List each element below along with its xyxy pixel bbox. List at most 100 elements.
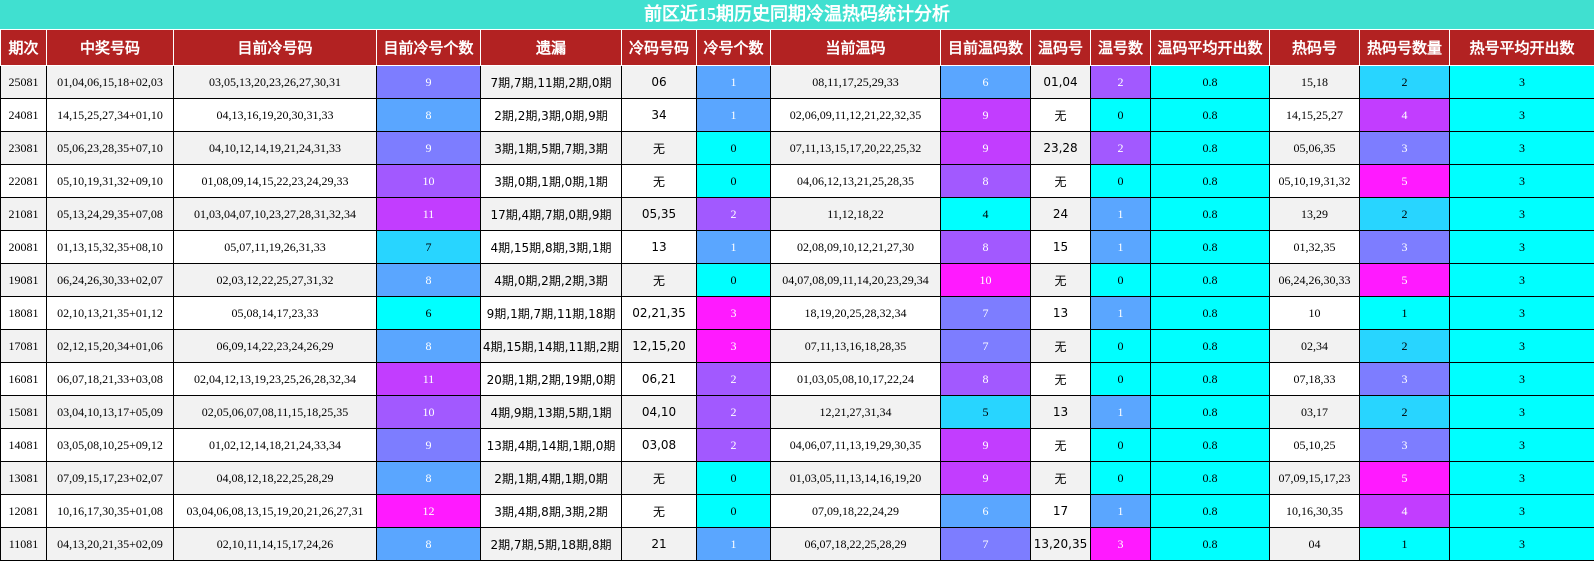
- table-row: 19081 06,24,26,30,33+02,07 02,03,12,22,25,…: [0, 263, 1594, 297]
- cell-warm-num: 0: [1090, 98, 1151, 132]
- cell-winning-numbers: 10,16,17,30,35+01,08: [46, 494, 174, 528]
- cell-cold-numbers: 04,08,12,18,22,25,28,29: [173, 461, 377, 495]
- cell-cold-numbers: 03,04,06,08,13,15,19,20,21,26,27,31: [173, 494, 377, 528]
- cell-issue: 23081: [0, 131, 47, 165]
- cell-warm-code: 13: [1030, 395, 1091, 429]
- cell-warm-count: 8: [940, 230, 1031, 264]
- cell-warm-count: 8: [940, 164, 1031, 198]
- cell-hot-code: 05,06,35: [1269, 131, 1360, 165]
- cell-issue: 19081: [0, 263, 47, 297]
- cell-warm-code: 无: [1030, 164, 1091, 198]
- cell-cold-code: 04,10: [621, 395, 697, 429]
- table-body: 25081 01,04,06,15,18+02,03 03,05,13,20,23,…: [0, 65, 1594, 561]
- cell-cold-count: 8: [376, 98, 481, 132]
- cell-hot-count: 3: [1359, 428, 1450, 462]
- cell-missing: 3期,1期,5期,7期,3期: [480, 131, 622, 165]
- cell-hot-avg: 3: [1449, 98, 1594, 132]
- cell-warm-count: 7: [940, 296, 1031, 330]
- cell-warm-code: 23,28: [1030, 131, 1091, 165]
- cell-cold-numbers: 01,02,12,14,18,21,24,33,34: [173, 428, 377, 462]
- cell-warm-avg: 0.8: [1150, 494, 1270, 528]
- cell-cold-count: 12: [376, 494, 481, 528]
- table-row: 23081 05,06,23,28,35+07,10 04,10,12,14,19,…: [0, 131, 1594, 165]
- cell-hot-code: 07,09,15,17,23: [1269, 461, 1360, 495]
- cell-warm-avg: 0.8: [1150, 98, 1270, 132]
- cell-warm-count: 6: [940, 65, 1031, 99]
- cell-cold-num: 1: [696, 98, 771, 132]
- cell-warm-code: 无: [1030, 263, 1091, 297]
- cell-warm-avg: 0.8: [1150, 362, 1270, 396]
- table-row: 22081 05,10,19,31,32+09,10 01,08,09,14,15,…: [0, 164, 1594, 198]
- header-row: 期次 中奖号码 目前冷号码 目前冷号个数 遗漏 冷码号码 冷号个数 当前温码 目…: [0, 29, 1594, 66]
- cell-warm-count: 9: [940, 428, 1031, 462]
- cell-hot-code: 04: [1269, 527, 1360, 561]
- cell-hot-avg: 3: [1449, 329, 1594, 363]
- cell-hot-count: 1: [1359, 296, 1450, 330]
- cell-issue: 21081: [0, 197, 47, 231]
- cell-warm-avg: 0.8: [1150, 164, 1270, 198]
- cell-hot-avg: 3: [1449, 131, 1594, 165]
- cell-hot-count: 3: [1359, 230, 1450, 264]
- cell-missing: 2期,2期,3期,0期,9期: [480, 98, 622, 132]
- col-header-cold-code: 冷码号码: [621, 29, 697, 66]
- cell-hot-count: 4: [1359, 494, 1450, 528]
- cell-winning-numbers: 01,13,15,32,35+08,10: [46, 230, 174, 264]
- cell-winning-numbers: 05,06,23,28,35+07,10: [46, 131, 174, 165]
- cell-hot-count: 3: [1359, 362, 1450, 396]
- cell-warm-numbers: 08,11,17,25,29,33: [770, 65, 941, 99]
- cell-warm-num: 0: [1090, 263, 1151, 297]
- cell-issue: 13081: [0, 461, 47, 495]
- cell-missing: 3期,0期,1期,0期,1期: [480, 164, 622, 198]
- cell-cold-count: 6: [376, 296, 481, 330]
- table-row: 13081 07,09,15,17,23+02,07 04,08,12,18,22,…: [0, 461, 1594, 495]
- cell-warm-num: 0: [1090, 362, 1151, 396]
- cell-cold-num: 0: [696, 494, 771, 528]
- cell-missing: 2期,7期,5期,18期,8期: [480, 527, 622, 561]
- cell-winning-numbers: 04,13,20,21,35+02,09: [46, 527, 174, 561]
- cell-cold-count: 8: [376, 263, 481, 297]
- cell-winning-numbers: 01,04,06,15,18+02,03: [46, 65, 174, 99]
- cell-warm-numbers: 06,07,18,22,25,28,29: [770, 527, 941, 561]
- col-header-warm-numbers: 当前温码: [770, 29, 941, 66]
- cell-hot-avg: 3: [1449, 65, 1594, 99]
- cell-warm-numbers: 07,11,13,16,18,28,35: [770, 329, 941, 363]
- cell-hot-avg: 3: [1449, 164, 1594, 198]
- cell-hot-code: 02,34: [1269, 329, 1360, 363]
- col-header-cold-count: 目前冷号个数: [376, 29, 481, 66]
- cell-cold-numbers: 02,03,12,22,25,27,31,32: [173, 263, 377, 297]
- cell-cold-num: 0: [696, 131, 771, 165]
- cell-warm-avg: 0.8: [1150, 263, 1270, 297]
- cell-cold-count: 10: [376, 395, 481, 429]
- cell-cold-numbers: 04,13,16,19,20,30,31,33: [173, 98, 377, 132]
- cell-warm-count: 7: [940, 329, 1031, 363]
- cell-warm-count: 7: [940, 527, 1031, 561]
- table-row: 17081 02,12,15,20,34+01,06 06,09,14,22,23,…: [0, 329, 1594, 363]
- cell-cold-code: 12,15,20: [621, 329, 697, 363]
- cell-missing: 4期,15期,14期,11期,2期: [480, 329, 622, 363]
- cell-hot-code: 10,16,30,35: [1269, 494, 1360, 528]
- cell-cold-code: 05,35: [621, 197, 697, 231]
- cell-cold-code: 无: [621, 164, 697, 198]
- cell-cold-numbers: 04,10,12,14,19,21,24,31,33: [173, 131, 377, 165]
- cell-cold-num: 2: [696, 362, 771, 396]
- col-header-hot-avg: 热号平均开出数: [1449, 29, 1594, 66]
- cell-winning-numbers: 06,07,18,21,33+03,08: [46, 362, 174, 396]
- cell-hot-count: 5: [1359, 263, 1450, 297]
- cell-missing: 13期,4期,14期,1期,0期: [480, 428, 622, 462]
- cell-cold-code: 无: [621, 263, 697, 297]
- cell-warm-num: 0: [1090, 329, 1151, 363]
- cell-hot-count: 4: [1359, 98, 1450, 132]
- cell-cold-count: 8: [376, 329, 481, 363]
- cell-warm-num: 1: [1090, 494, 1151, 528]
- cell-warm-numbers: 02,06,09,11,12,21,22,32,35: [770, 98, 941, 132]
- cell-hot-code: 10: [1269, 296, 1360, 330]
- cell-hot-count: 2: [1359, 65, 1450, 99]
- cell-hot-code: 03,17: [1269, 395, 1360, 429]
- cell-cold-count: 9: [376, 65, 481, 99]
- cell-warm-avg: 0.8: [1150, 65, 1270, 99]
- cell-cold-code: 03,08: [621, 428, 697, 462]
- cell-cold-num: 0: [696, 263, 771, 297]
- cell-cold-code: 无: [621, 461, 697, 495]
- cell-winning-numbers: 06,24,26,30,33+02,07: [46, 263, 174, 297]
- cell-missing: 17期,4期,7期,0期,9期: [480, 197, 622, 231]
